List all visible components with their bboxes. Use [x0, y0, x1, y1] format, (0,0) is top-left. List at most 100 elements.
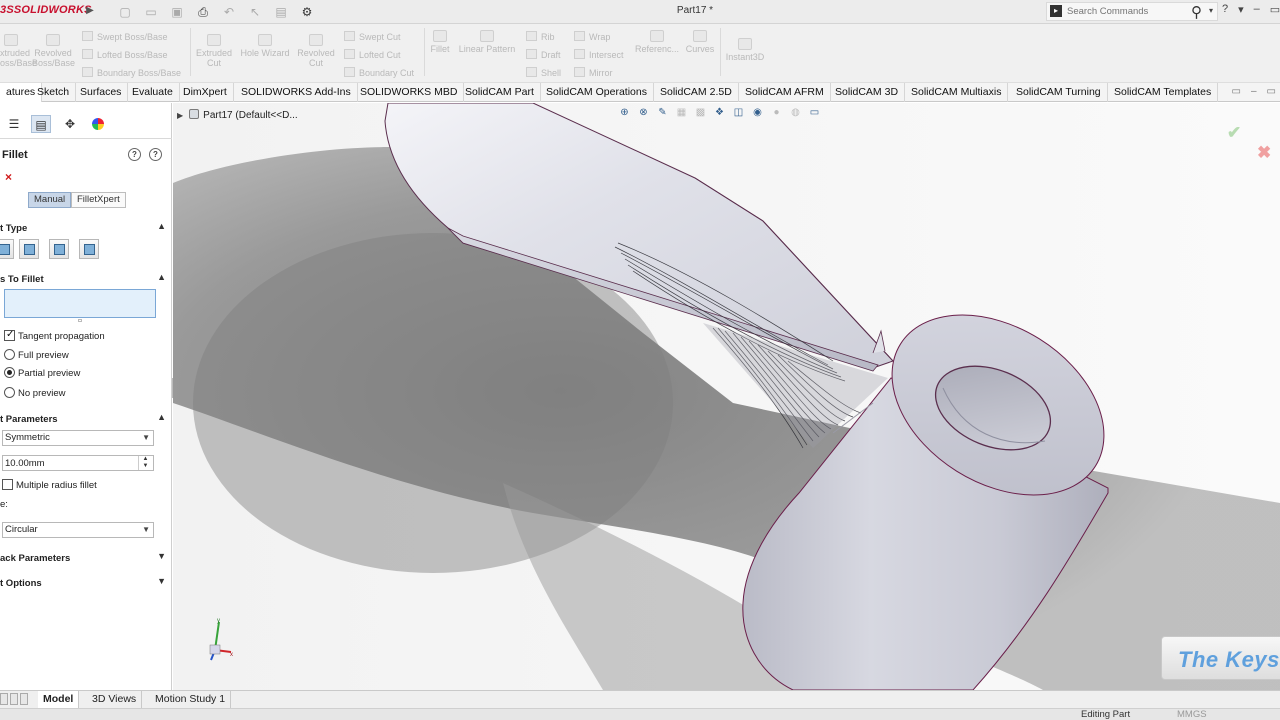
tab-solidcam-templates[interactable]: SolidCAM Templates: [1108, 83, 1219, 102]
scroll-first-icon[interactable]: [0, 693, 8, 705]
extruded-cut-button[interactable]: Extruded Cut: [193, 34, 235, 68]
magnifier-icon[interactable]: ⚲: [1191, 3, 1202, 21]
full-round-fillet-button[interactable]: [79, 239, 99, 259]
help-icon[interactable]: ?: [1222, 3, 1228, 16]
intersect-button[interactable]: Intersect: [574, 49, 624, 60]
edit-appearance-icon[interactable]: ●: [769, 106, 784, 120]
search-commands-input[interactable]: [1067, 4, 1187, 19]
tab-solidworks-mbd[interactable]: SOLIDWORKS MBD: [354, 83, 465, 102]
search-dropdown-icon[interactable]: ▾: [1209, 6, 1213, 15]
tab-solidcam-part[interactable]: SolidCAM Part: [459, 83, 541, 102]
face-fillet-button[interactable]: [49, 239, 69, 259]
fillet-method-dropdown[interactable]: Symmetric ▼: [2, 430, 154, 446]
tab-solidworks-add-ins[interactable]: SOLIDWORKS Add-Ins: [235, 83, 358, 102]
hide-show-items-icon[interactable]: ◉: [750, 106, 765, 120]
help-dropdown-icon[interactable]: ▾: [1238, 3, 1244, 16]
feature-tree-tab-icon[interactable]: ☰: [4, 115, 24, 133]
manual-mode-tab[interactable]: Manual: [28, 192, 72, 208]
shell-button[interactable]: Shell: [526, 67, 561, 78]
variable-size-fillet-button[interactable]: [19, 239, 39, 259]
scroll-next-icon[interactable]: [20, 693, 28, 705]
mirror-button[interactable]: Mirror: [574, 67, 613, 78]
fillet-parameters-section-header[interactable]: t Parameters ▲: [0, 412, 170, 428]
full-preview-radio[interactable]: Full preview: [4, 349, 69, 362]
help-icon[interactable]: ?: [149, 148, 162, 161]
swept-cut-button[interactable]: Swept Cut: [344, 31, 401, 42]
confirm-check-icon[interactable]: ✔: [1227, 123, 1241, 143]
wrap-button[interactable]: Wrap: [574, 31, 610, 42]
linear-pattern-button[interactable]: Linear Pattern: [456, 30, 518, 54]
lofted-boss-button[interactable]: Lofted Boss/Base: [82, 49, 168, 60]
display-style-icon[interactable]: ◫: [731, 106, 746, 120]
tab-sketch[interactable]: Sketch: [31, 83, 77, 102]
previous-view-icon[interactable]: ✎: [655, 106, 670, 120]
tangent-propagation-checkbox[interactable]: Tangent propagation: [4, 328, 105, 343]
tab-solidcam-afrm[interactable]: SolidCAM AFRM: [739, 83, 831, 102]
radius-input[interactable]: [5, 457, 135, 470]
items-to-fillet-section-header[interactable]: s To Fillet ▲: [0, 272, 170, 288]
restore-icon[interactable]: ▭: [1270, 3, 1280, 16]
lofted-cut-button[interactable]: Lofted Cut: [344, 49, 401, 60]
tab-solidcam-multiaxis[interactable]: SolidCAM Multiaxis: [905, 83, 1009, 102]
constant-size-fillet-button[interactable]: [0, 239, 14, 259]
section-view-icon[interactable]: ▦: [674, 106, 689, 120]
graphics-area[interactable]: ▶ Part17 (Default<<D... ⊕ ⊗ ✎ ▦ ▩ ❖ ◫ ◉ ●…: [173, 103, 1280, 690]
radius-spinner[interactable]: ▲ ▼: [2, 455, 154, 471]
tab-restore-icon[interactable]: ▭: [1267, 86, 1276, 97]
hole-wizard-button[interactable]: Hole Wizard: [236, 34, 294, 58]
tab-surfaces[interactable]: Surfaces: [74, 83, 129, 102]
expand-arrow-icon[interactable]: ▶: [177, 111, 183, 120]
filletxpert-mode-tab[interactable]: FilletXpert: [71, 192, 126, 208]
units-status[interactable]: MMGS: [1177, 709, 1207, 720]
swept-boss-button[interactable]: Swept Boss/Base: [82, 31, 168, 42]
revolved-cut-button[interactable]: Revolved Cut: [294, 34, 338, 68]
search-commands-box[interactable]: ▸ ⚲ ▾: [1046, 2, 1218, 21]
tab-solidcam-operations[interactable]: SolidCAM Operations: [540, 83, 654, 102]
property-manager-tab-icon[interactable]: ▤: [31, 115, 51, 133]
items-to-fillet-selection-box[interactable]: [4, 289, 156, 318]
cancel-x-icon[interactable]: ✖: [1257, 143, 1271, 163]
scroll-prev-icon[interactable]: [10, 693, 18, 705]
extruded-boss-button[interactable]: Extruded Boss/Base: [0, 34, 37, 68]
no-preview-radio[interactable]: No preview: [4, 387, 66, 400]
fillet-options-section-header[interactable]: t Options ▼: [0, 576, 170, 592]
tab-solidcam-2-5d[interactable]: SolidCAM 2.5D: [654, 83, 739, 102]
apply-scene-icon[interactable]: ◍: [788, 106, 803, 120]
cancel-x-icon[interactable]: ×: [5, 170, 12, 184]
tab-solidcam-turning[interactable]: SolidCAM Turning: [1010, 83, 1108, 102]
revolved-boss-button[interactable]: Revolved Boss/Base: [32, 34, 75, 68]
profile-dropdown[interactable]: Circular ▼: [2, 522, 154, 538]
tab-model[interactable]: Model: [38, 691, 80, 708]
configuration-manager-tab-icon[interactable]: ✥: [60, 115, 80, 133]
minimize-icon[interactable]: –: [1254, 3, 1260, 16]
zoom-to-area-icon[interactable]: ⊗: [636, 106, 651, 120]
fillet-button[interactable]: Fillet: [426, 30, 454, 54]
instant3d-button[interactable]: Instant3D: [722, 38, 768, 62]
appearance-tab-icon[interactable]: [88, 115, 108, 133]
tab-motion-study-1[interactable]: Motion Study 1: [150, 691, 232, 708]
view-orientation-icon[interactable]: ❖: [712, 106, 727, 120]
tab-dimxpert[interactable]: DimXpert: [177, 83, 234, 102]
tab-3d-views[interactable]: 3D Views: [87, 691, 143, 708]
tab-solidcam-3d[interactable]: SolidCAM 3D: [829, 83, 906, 102]
dynamic-annotation-icon[interactable]: ▩: [693, 106, 708, 120]
boundary-boss-button[interactable]: Boundary Boss/Base: [82, 67, 181, 78]
resize-handle[interactable]: [78, 319, 82, 322]
spin-down-icon[interactable]: ▼: [138, 463, 152, 470]
curves-button[interactable]: Curves: [682, 30, 718, 54]
tab-evaluate[interactable]: Evaluate: [126, 83, 180, 102]
multiple-radius-checkbox[interactable]: Multiple radius fillet: [2, 479, 97, 492]
whats-wrong-icon[interactable]: ?: [128, 148, 141, 161]
setback-parameters-section-header[interactable]: ack Parameters ▼: [0, 551, 170, 567]
partial-preview-radio[interactable]: Partial preview: [4, 367, 80, 380]
view-settings-icon[interactable]: ▭: [807, 106, 822, 120]
flyout-feature-tree[interactable]: ▶ Part17 (Default<<D...: [177, 109, 298, 121]
rib-button[interactable]: Rib: [526, 31, 555, 42]
tab-options-icon[interactable]: ▭: [1232, 86, 1241, 97]
boundary-cut-button[interactable]: Boundary Cut: [344, 67, 414, 78]
tab-minimize-icon[interactable]: –: [1251, 86, 1257, 97]
spin-up-icon[interactable]: ▲: [138, 456, 152, 463]
reference-geometry-button[interactable]: Referenc...: [632, 30, 682, 54]
draft-button[interactable]: Draft: [526, 49, 561, 60]
zoom-to-fit-icon[interactable]: ⊕: [617, 106, 632, 120]
